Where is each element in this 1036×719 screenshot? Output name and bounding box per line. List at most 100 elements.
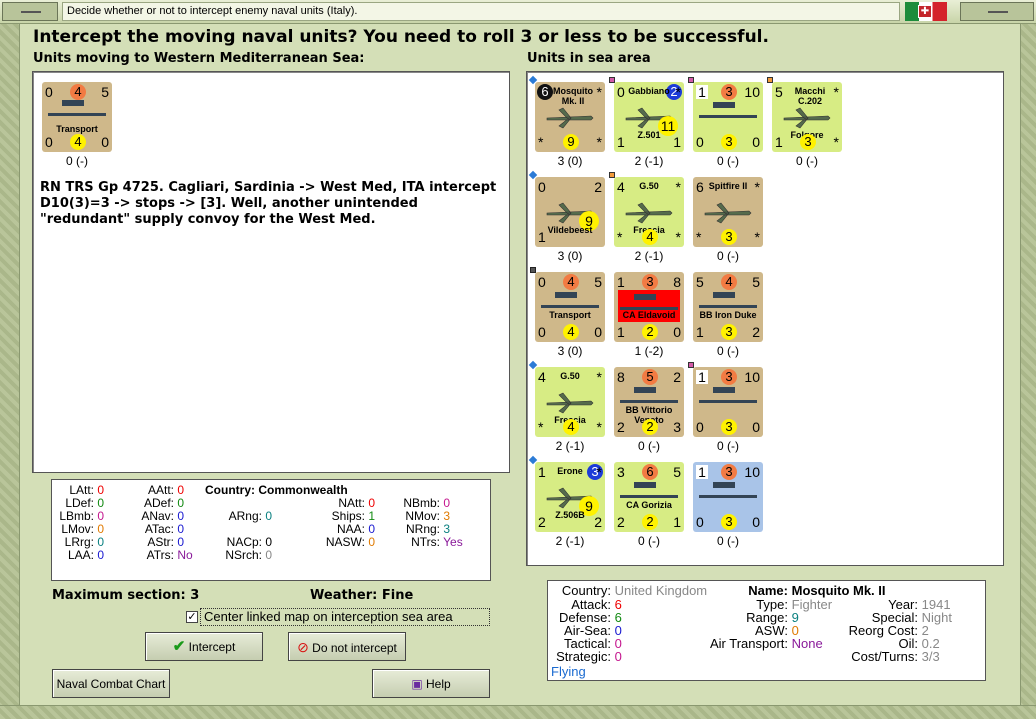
counter-value: 1 xyxy=(617,274,625,290)
unit-status: 0 (-) xyxy=(717,344,739,358)
italy-flag-icon: ✚ xyxy=(905,2,947,21)
counter-value: 3 xyxy=(721,134,737,150)
counter-value: 3 xyxy=(673,419,681,435)
sea-area-panel: 6 * Mosquito Mk. II * 9 * 3 (0) 0 2 * Gabbiano 11 Z.… xyxy=(526,71,1004,566)
unit-counter[interactable]: 1 3 10 0 3 0 xyxy=(693,462,763,532)
aircraft-icon xyxy=(625,202,673,224)
counter-value: * xyxy=(596,134,602,150)
counter-value: 2 xyxy=(642,324,658,340)
counter-value: 9 xyxy=(563,134,579,150)
counter-value: * xyxy=(696,229,702,245)
counter-value: 0 xyxy=(752,134,760,150)
counter-value: 1 xyxy=(673,134,681,150)
counter-name: BB Iron Duke xyxy=(699,310,757,320)
counter-value: 10 xyxy=(744,464,760,480)
ship-icon xyxy=(620,294,678,310)
ship-icon xyxy=(699,482,757,498)
help-button[interactable]: ▣ Help xyxy=(372,669,490,698)
unit-status: 2 (-1) xyxy=(634,154,664,168)
center-map-checkbox[interactable]: ✓ xyxy=(186,611,198,623)
unit-status: 3 (0) xyxy=(557,344,583,358)
counter-name: Gabbiano xyxy=(628,86,670,96)
unit-counter[interactable]: 1 3 8 CA Eldavoid 1 2 0 xyxy=(614,272,684,342)
counter-value: 4 xyxy=(70,134,86,150)
counter-value: * xyxy=(754,229,760,245)
moving-units-heading: Units moving to Western Mediterranean Se… xyxy=(33,51,365,66)
title-bar: Decide whether or not to intercept enemy… xyxy=(0,0,1036,24)
frame-bottom xyxy=(0,705,1036,719)
unit-counter[interactable]: 1 3 10 0 3 0 xyxy=(693,367,763,437)
counter-value: * xyxy=(538,134,544,150)
unit-counter[interactable]: 0 2 9 Vildebeest 1 xyxy=(535,177,605,247)
center-map-label[interactable]: Center linked map on interception sea ar… xyxy=(200,608,490,626)
counter-value: 3 xyxy=(721,464,737,480)
counter-value: 0 xyxy=(696,134,704,150)
unit-status: 0 (-) xyxy=(796,154,818,168)
status-marker-icon xyxy=(609,77,615,83)
counter-value: 0 xyxy=(101,134,109,150)
unit-status: 0 (-) xyxy=(638,439,660,453)
counter-value: 4 xyxy=(563,419,579,435)
ship-icon xyxy=(620,482,678,498)
counter-value: 0 xyxy=(538,324,546,340)
counter-name: G.50 xyxy=(639,181,659,191)
unit-counter[interactable]: 5 4 5 BB Iron Duke 1 3 2 xyxy=(693,272,763,342)
naval-combat-chart-button[interactable]: Naval Combat Chart xyxy=(52,669,170,698)
status-marker-icon xyxy=(530,267,536,273)
counter-value: 5 xyxy=(594,274,602,290)
ship-icon xyxy=(699,292,757,308)
counter-name: Transport xyxy=(56,124,98,134)
combat-narrative: RN TRS Gp 4725. Cagliari, Sardinia -> We… xyxy=(40,180,497,227)
unit-status: 1 (-2) xyxy=(634,344,664,358)
no-intercept-button[interactable]: ⊘ Do not intercept xyxy=(288,632,406,661)
counter-value: 6 xyxy=(642,464,658,480)
counter-value: 4 xyxy=(721,274,737,290)
counter-value: 0 xyxy=(673,324,681,340)
no-intercept-label: Do not intercept xyxy=(312,641,397,655)
page-title: Intercept the moving naval units? You ne… xyxy=(33,27,769,47)
unit-counter[interactable]: 6 * Spitfire II * 3 * xyxy=(693,177,763,247)
minimize-button[interactable] xyxy=(2,2,58,21)
ship-icon xyxy=(699,387,757,403)
counter-value: 1 xyxy=(617,324,625,340)
counter-value: 0 xyxy=(696,514,704,530)
moving-units-panel: 0 4 5 Transport 0 4 0 0 (-) RN TRS Gp 47… xyxy=(32,71,510,473)
counter-value: 8 xyxy=(617,369,625,385)
close-button[interactable] xyxy=(960,2,1034,21)
counter-value: 5 xyxy=(642,369,658,385)
unit-counter[interactable]: 852BB Vittorio Veneto223 xyxy=(614,367,684,437)
counter-value: 1 xyxy=(775,134,783,150)
counter-value: 1 xyxy=(673,514,681,530)
unit-counter[interactable]: 1 3 10 0 3 0 xyxy=(693,82,763,152)
counter-value: 3 xyxy=(721,514,737,530)
counter-value: 2 xyxy=(594,514,602,530)
counter-value: 10 xyxy=(744,369,760,385)
unit-counter[interactable]: 6 * Mosquito Mk. II * 9 * xyxy=(535,82,605,152)
status-marker-icon xyxy=(688,77,694,83)
unit-counter-transport[interactable]: 0 4 5 Transport 0 4 0 xyxy=(42,82,112,152)
unit-status: 2 (-1) xyxy=(555,534,585,548)
intercept-button[interactable]: ✔ Intercept xyxy=(145,632,263,661)
unit-status: 0 (-) xyxy=(717,154,739,168)
unit-counter[interactable]: 0 4 5 Transport 0 4 0 xyxy=(535,272,605,342)
unit-counter[interactable]: 4*G.50Freccia*4* xyxy=(614,177,684,247)
counter-value: 3 xyxy=(721,324,737,340)
unit-counter[interactable]: 1 3 * Erone 9 Z.506B 2 2 xyxy=(535,462,605,532)
no-entry-icon: ⊘ xyxy=(297,639,309,655)
unit-status: 0 (-) xyxy=(66,154,88,168)
help-label: Help xyxy=(426,677,451,691)
counter-value: 4 xyxy=(563,324,579,340)
counter-value: 0 xyxy=(538,179,546,195)
unit-counter[interactable]: 5*Macchi C.202Folgore13* xyxy=(772,82,842,152)
counter-name: Spitfire II xyxy=(708,181,748,191)
counter-value: * xyxy=(617,229,623,245)
counter-value: 10 xyxy=(744,84,760,100)
unit-counter[interactable]: 4*G.50Freccia*4* xyxy=(535,367,605,437)
counter-value: 5 xyxy=(696,274,704,290)
unit-counter[interactable]: 0 2 * Gabbiano 11 Z.501 1 1 xyxy=(614,82,684,152)
counter-value: 0 xyxy=(45,134,53,150)
counter-name: Macchi C.202 xyxy=(794,86,826,106)
unit-status: 2 (-1) xyxy=(555,439,585,453)
unit-counter[interactable]: 3 6 5 CA Gorizia 2 2 1 xyxy=(614,462,684,532)
counter-value: 0 xyxy=(594,324,602,340)
